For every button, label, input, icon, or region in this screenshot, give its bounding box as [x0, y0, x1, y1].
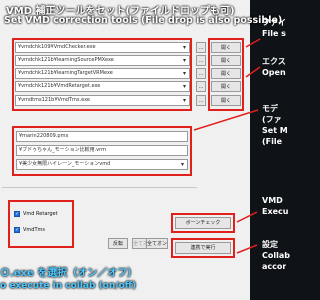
vmdtms-label: VmdTms — [23, 227, 45, 233]
open-button-4[interactable]: 開く — [211, 81, 241, 92]
annotation-text: accor — [262, 262, 287, 271]
open-button-3[interactable]: 開く — [211, 68, 241, 79]
vmd-motion-field[interactable]: ¥美少女無限ハイレーン_モーションvmd ▾ — [16, 159, 188, 170]
browse-button-4[interactable]: ... — [196, 81, 206, 92]
open-button-5[interactable]: 開く — [211, 95, 241, 106]
annotation-text: Collab — [262, 251, 290, 260]
target-model-field[interactable]: ¥ブドゥちゃん_モーション比較用.vrm — [16, 145, 188, 156]
browse-button-1[interactable]: ... — [196, 42, 206, 53]
annotation-text: モデ — [262, 104, 278, 113]
chevron-down-icon[interactable]: ▾ — [181, 70, 188, 77]
browse-button-5[interactable]: ... — [196, 95, 206, 106]
bone-check-button[interactable]: ボーンチェック — [175, 217, 231, 229]
annotation-text: VMD — [262, 196, 283, 205]
annotation-text: (File — [262, 137, 283, 146]
annotation-text: File s — [262, 29, 286, 38]
chevron-down-icon[interactable]: ▾ — [181, 83, 188, 90]
browse-button-2[interactable]: ... — [196, 55, 206, 66]
browse-button-3[interactable]: ... — [196, 68, 206, 79]
all-on-button[interactable]: 全てオン — [146, 238, 168, 249]
tool-path-field-2[interactable]: ¥vmdchk121b¥learningSourcePMXexe ▾ — [15, 55, 190, 66]
annotation-arrow-2 — [245, 66, 261, 78]
bottom-banner-en: o execute in collab (on/off) — [0, 281, 137, 291]
run-collab-button[interactable]: 連携で実行 — [175, 242, 231, 254]
annotation-text: Execu — [262, 207, 289, 216]
open-button-1[interactable]: 開く — [211, 42, 241, 53]
vmd-retarget-checkbox[interactable]: ✓ — [14, 211, 20, 217]
tool-path-field-1[interactable]: ¥vmdchk109¥VmdChecker.exe ▾ — [15, 42, 190, 53]
chevron-down-icon[interactable]: ▾ — [181, 57, 188, 64]
open-button-2[interactable]: 開く — [211, 55, 241, 66]
divider — [2, 187, 197, 188]
annotation-text: エクス — [262, 57, 286, 66]
annotation-arrow-4 — [236, 211, 258, 223]
top-banner-en: Set VMD correction tools (File drop is a… — [4, 15, 283, 26]
source-model-field[interactable]: ¥marin220809.pmx — [16, 131, 188, 142]
chevron-down-icon[interactable]: ▾ — [181, 97, 188, 104]
bottom-banner-jp: Ｏ.exe を選択（オン／オフ） — [0, 268, 138, 279]
tool-path-field-3[interactable]: ¥vmdchk121b¥learningTargetVRMexe ▾ — [15, 68, 190, 79]
tool-path-field-5[interactable]: ¥vmdtms121b¥VmdTms.exe ▾ — [15, 95, 190, 106]
chevron-down-icon[interactable]: ▾ — [179, 161, 186, 168]
invert-button[interactable]: 反転 — [108, 238, 128, 249]
annotation-arrow-3 — [193, 109, 259, 131]
annotation-arrow-5 — [236, 244, 258, 254]
annotation-text: Open — [262, 68, 286, 77]
chevron-down-icon[interactable]: ▾ — [181, 44, 188, 51]
annotation-text: (ファ — [262, 115, 282, 124]
tool-path-field-4[interactable]: ¥vmdchk121b¥VmdRetarget.exe ▾ — [15, 81, 190, 92]
annotation-text: 設定 — [262, 240, 278, 249]
annotation-arrow-1 — [245, 38, 261, 48]
vmd-retarget-label: Vmd Retarget — [23, 211, 58, 217]
vmdtms-checkbox[interactable]: ✓ — [14, 227, 20, 233]
annotation-text: ファイ — [262, 18, 286, 27]
checkbox-highlight — [8, 200, 74, 248]
annotation-text: Set M — [262, 126, 288, 135]
